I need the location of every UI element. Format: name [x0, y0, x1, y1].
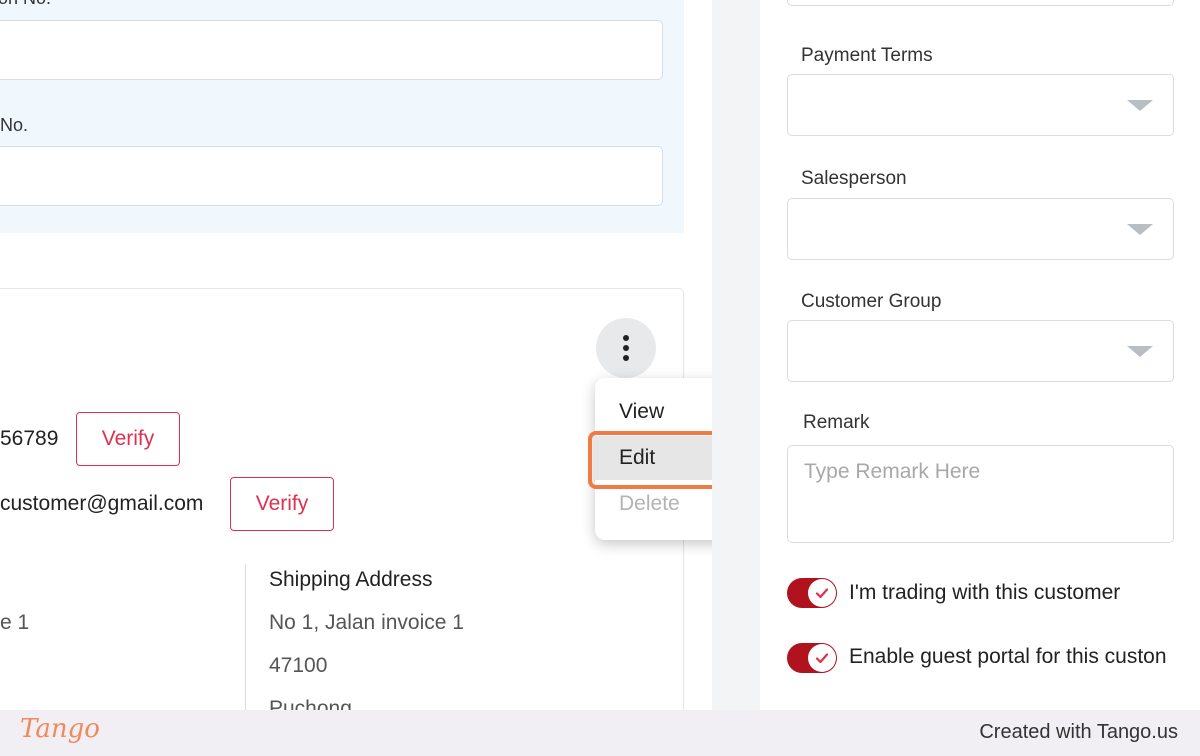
- email-value: customer@gmail.com: [0, 492, 204, 515]
- salesperson-label: Salesperson: [801, 168, 907, 189]
- address-divider: [245, 564, 246, 710]
- verify-email-button[interactable]: Verify: [230, 477, 334, 531]
- check-icon: [808, 579, 836, 607]
- shipping-address-title: Shipping Address: [269, 568, 433, 591]
- registration-no-input[interactable]: [0, 20, 663, 80]
- phone-value: 56789: [0, 427, 59, 450]
- billing-address-line: e 1: [0, 611, 30, 634]
- guest-portal-toggle-label: Enable guest portal for this custon: [849, 645, 1167, 668]
- payment-terms-select[interactable]: [787, 74, 1174, 136]
- remark-textarea[interactable]: Type Remark Here: [787, 445, 1174, 543]
- customer-form-main: ion No. No. 56789 Verify customer@gmail.…: [0, 0, 712, 710]
- footer-credit: Created with Tango.us: [979, 721, 1178, 743]
- registration-no-label: ion No.: [0, 0, 51, 9]
- salesperson-select[interactable]: [787, 198, 1174, 260]
- trading-toggle-label: I'm trading with this customer: [849, 581, 1121, 604]
- chevron-down-icon: [1127, 346, 1153, 357]
- tax-no-label: No.: [0, 115, 29, 135]
- payment-terms-label: Payment Terms: [801, 45, 933, 66]
- customer-group-select[interactable]: [787, 320, 1174, 382]
- chevron-down-icon: [1127, 224, 1153, 235]
- more-vert-icon: [623, 335, 629, 361]
- check-icon: [808, 644, 836, 672]
- guest-portal-toggle[interactable]: [787, 643, 837, 673]
- trading-toggle[interactable]: [787, 578, 837, 608]
- verify-phone-button[interactable]: Verify: [76, 412, 180, 466]
- shipping-address-line: Puchong: [269, 697, 352, 710]
- more-options-button[interactable]: [596, 318, 656, 378]
- chevron-down-icon: [1127, 100, 1153, 111]
- customer-group-label: Customer Group: [801, 291, 942, 312]
- shipping-address-line: No 1, Jalan invoice 1: [269, 611, 464, 634]
- footer-bar: Tango Created with Tango.us: [0, 710, 1200, 756]
- shipping-address-line: 47100: [269, 654, 328, 677]
- tax-no-input[interactable]: [0, 146, 663, 206]
- top-field-input[interactable]: [787, 0, 1174, 6]
- tango-logo: Tango: [20, 714, 100, 744]
- panel-gap: [712, 0, 760, 710]
- remark-label: Remark: [803, 412, 870, 433]
